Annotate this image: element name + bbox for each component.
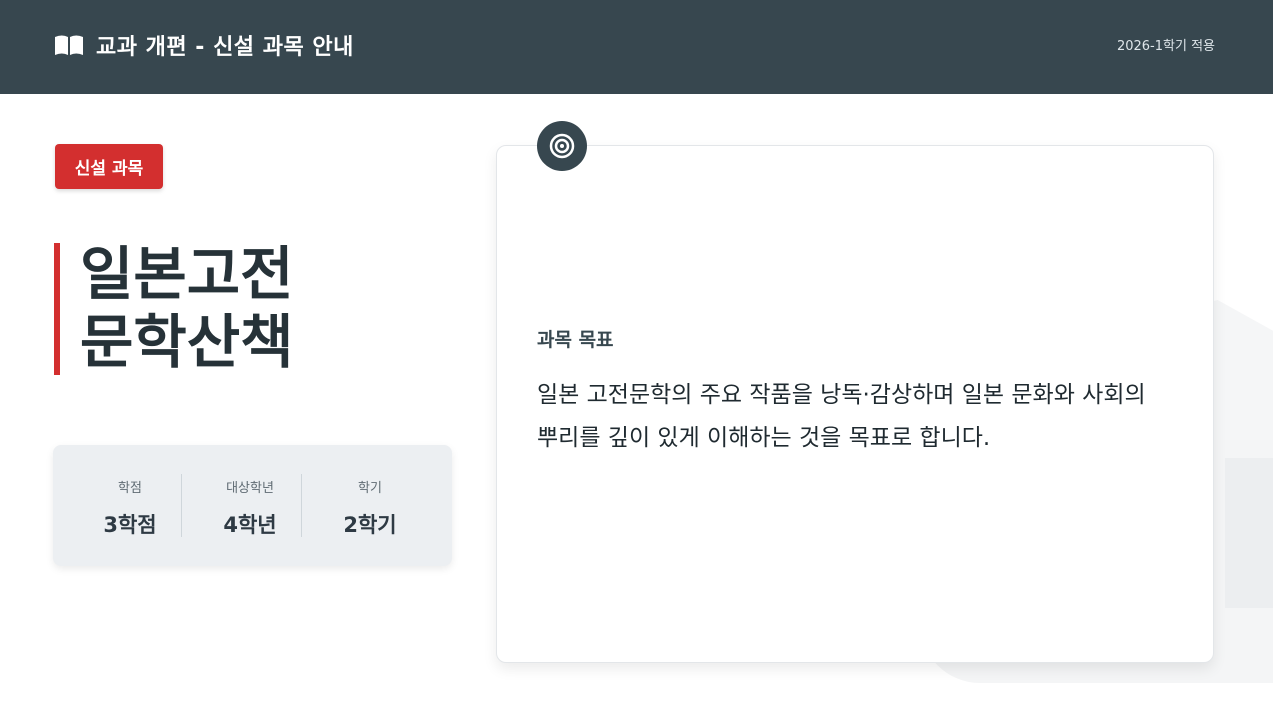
goal-text: 일본 고전문학의 주요 작품을 낭독·감상하며 일본 문화와 사회의 뿌리를 깊…: [537, 382, 1146, 451]
course-title-line-1: 일본고전: [80, 240, 294, 308]
divider: [301, 474, 302, 537]
info-semester: 학기 2학기: [310, 445, 430, 566]
goal-label: 과목 목표: [537, 329, 614, 351]
info-label: 학기: [358, 481, 382, 496]
new-course-badge: 신설 과목: [55, 144, 163, 189]
term-label: 2026-1학기 적용: [1116, 39, 1215, 54]
target-icon: [537, 121, 587, 171]
info-value: 2학기: [343, 513, 397, 537]
info-label: 대상학년: [226, 481, 274, 496]
course-title-line-2: 문학산책: [80, 308, 294, 376]
book-icon: [55, 35, 83, 55]
info-target-grade: 대상학년 4학년: [190, 445, 310, 566]
decorative-shape: [1225, 458, 1273, 608]
header-title: 교과 개편 - 신설 과목 안내: [54, 29, 354, 61]
info-value: 4학년: [223, 513, 277, 537]
info-label: 학점: [118, 481, 142, 496]
title-accent-bar: [54, 243, 60, 375]
course-info-card: 학점 3학점 대상학년 4학년 학기 2학기: [53, 445, 452, 566]
course-title: 일본고전 문학산책: [80, 240, 293, 376]
info-value: 3학점: [103, 513, 157, 537]
header-bar: 교과 개편 - 신설 과목 안내 2026-1학기 적용: [0, 0, 1273, 94]
divider: [181, 474, 182, 537]
header-title-text: 교과 개편 - 신설 과목 안내: [96, 35, 354, 60]
info-credits: 학점 3학점: [70, 445, 190, 566]
